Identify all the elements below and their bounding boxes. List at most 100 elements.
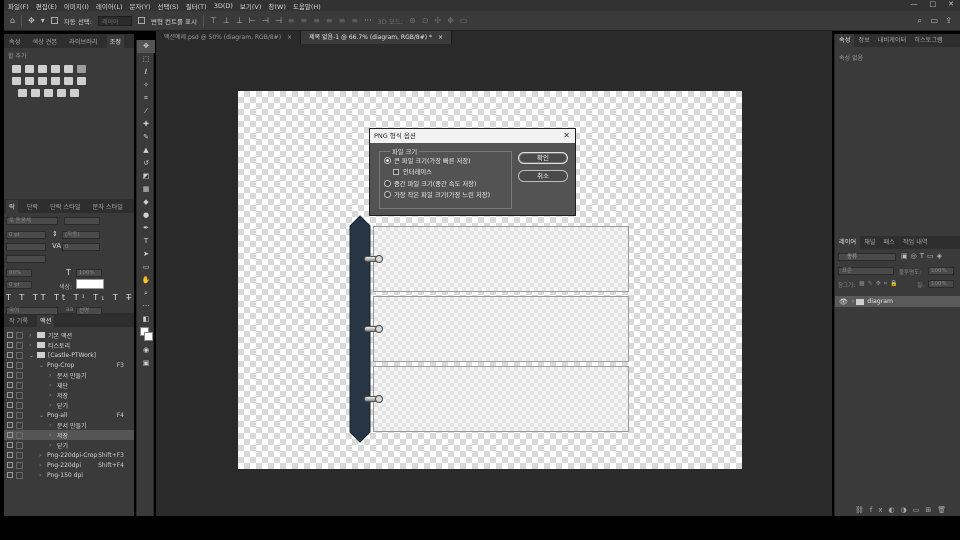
tab-character[interactable]: 락 — [6, 199, 18, 213]
chevron-right-icon[interactable]: › — [49, 422, 57, 429]
distribute-icon[interactable]: ≡ — [339, 16, 346, 25]
default-colors-icon[interactable]: ◧ — [137, 313, 155, 326]
action-toggle-checkbox[interactable] — [7, 442, 13, 448]
3d-pan-icon[interactable]: ✣ — [434, 16, 441, 25]
levels-icon[interactable] — [25, 65, 34, 73]
doc-tab-1[interactable]: 액션예제.psd @ 50% (diagram, RGB/8#) × — [156, 31, 302, 44]
chevron-right-icon[interactable]: › — [49, 392, 57, 399]
chevron-down-icon[interactable]: ⌄ — [39, 412, 47, 419]
distribute-icon[interactable]: ≡ — [313, 16, 320, 25]
color-balance-icon[interactable] — [25, 77, 34, 85]
tab-paths[interactable]: 패스 — [879, 236, 898, 249]
zoom-tool-icon[interactable]: ⌕ — [137, 287, 155, 300]
cancel-button[interactable]: 취소 — [518, 170, 568, 182]
tab-navigator[interactable]: 내비게이터 — [874, 34, 910, 47]
font-size-field[interactable]: 0 pt — [6, 231, 46, 239]
chevron-right-icon[interactable]: › — [49, 372, 57, 379]
menu-help[interactable]: 도움말(H) — [293, 1, 321, 11]
tab-adjustments[interactable]: 조정 — [106, 34, 124, 48]
dialog-toggle[interactable] — [16, 461, 23, 469]
chevron-down-icon[interactable]: ⌄ — [39, 362, 47, 369]
selective-color-icon[interactable] — [57, 89, 66, 97]
opacity-field[interactable]: 100% — [928, 267, 954, 275]
channel-mixer-icon[interactable] — [64, 77, 73, 85]
leading-field[interactable]: (자동) — [62, 231, 100, 239]
auto-select-checkbox[interactable] — [50, 17, 58, 24]
menu-filter[interactable]: 필터(T) — [186, 1, 207, 11]
dialog-toggle[interactable] — [16, 381, 23, 389]
distribute-icon[interactable]: ≡ — [288, 16, 295, 25]
chevron-right-icon[interactable]: › — [39, 472, 47, 479]
blend-mode-dropdown[interactable]: 표준 — [838, 267, 894, 275]
action-toggle-checkbox[interactable] — [7, 422, 13, 428]
action-step[interactable]: › 닫기 — [4, 400, 134, 410]
vertical-scale-field[interactable]: 00% — [6, 269, 32, 277]
tab-properties[interactable]: 속성 — [6, 35, 23, 48]
dodge-tool-icon[interactable]: ● — [137, 209, 155, 222]
posterize-icon[interactable] — [31, 89, 40, 97]
gradient-icon[interactable] — [70, 89, 79, 97]
menu-edit[interactable]: 편집(E) — [36, 1, 57, 11]
hand-tool-icon[interactable]: ✋ — [137, 274, 155, 287]
interlace-checkbox[interactable] — [393, 168, 399, 175]
maximize-button[interactable]: □ — [930, 0, 937, 8]
align-top-icon[interactable]: ⊤ — [210, 16, 217, 25]
action-toggle-checkbox[interactable] — [7, 342, 13, 348]
close-icon[interactable]: × — [287, 34, 292, 41]
home-icon[interactable]: ⌂ — [10, 16, 15, 25]
dialog-toggle[interactable] — [16, 441, 23, 449]
action-step[interactable]: › 저장 — [4, 390, 134, 400]
align-right-icon[interactable]: ⊣ — [275, 16, 282, 25]
type-tool-icon[interactable]: T — [137, 235, 155, 248]
hue-icon[interactable] — [12, 77, 21, 85]
action-item[interactable]: › Png-150 dpi — [4, 470, 134, 480]
scale-field[interactable] — [6, 255, 46, 263]
action-item[interactable]: ⌄ Png-Crop F3 — [4, 360, 134, 370]
action-toggle-checkbox[interactable] — [7, 362, 13, 368]
horizontal-scale-field[interactable]: 100% — [76, 269, 102, 277]
tab-swatches[interactable]: 색상 견본 — [29, 35, 60, 48]
chevron-right-icon[interactable]: › — [49, 402, 57, 409]
option-small-file[interactable]: 가장 작은 파일 크기(가장 느린 저장) — [384, 190, 490, 199]
dialog-toggle[interactable] — [16, 341, 23, 349]
workspace-icon[interactable]: ▭ — [930, 16, 938, 25]
layer-bottom-icons[interactable]: ⛓fx◐◑▭⊞🗑 — [855, 506, 952, 514]
align-left-icon[interactable]: ⊢ — [249, 16, 256, 25]
dialog-toggle[interactable] — [16, 471, 23, 479]
close-icon[interactable]: ✕ — [563, 129, 570, 143]
distribute-icon[interactable]: ≡ — [301, 16, 308, 25]
option-interlace[interactable]: 인터레이스 — [384, 167, 432, 176]
action-toggle-checkbox[interactable] — [7, 452, 13, 458]
black-white-icon[interactable] — [38, 77, 47, 85]
minimize-button[interactable]: — — [911, 0, 918, 8]
chevron-down-icon[interactable]: ⌄ — [29, 352, 37, 359]
radio-large[interactable] — [384, 157, 391, 164]
curves-icon[interactable] — [38, 65, 47, 73]
fill-field[interactable]: 100% — [928, 280, 954, 288]
layer-filter-icons[interactable]: ▣◎T▭◈ — [901, 252, 945, 260]
action-toggle-checkbox[interactable] — [7, 472, 13, 478]
action-toggle-checkbox[interactable] — [7, 352, 13, 358]
tab-layers[interactable]: 레이어 — [835, 236, 861, 249]
transform-controls-checkbox[interactable] — [137, 17, 145, 24]
action-set[interactable]: › 티스토리 — [4, 340, 134, 350]
dialog-toggle[interactable] — [16, 451, 23, 459]
baseline-field[interactable]: 0 pt — [6, 281, 32, 289]
action-set[interactable]: › 기본 액션 — [4, 330, 134, 340]
anti-alias-field[interactable]: 선명 — [76, 307, 102, 315]
blur-tool-icon[interactable]: ◆ — [137, 196, 155, 209]
radio-medium[interactable] — [384, 180, 391, 187]
lock-icons[interactable]: ▦✎✥⌗🔒 — [859, 280, 901, 288]
invert-icon[interactable] — [18, 89, 27, 97]
action-toggle-checkbox[interactable] — [7, 462, 13, 468]
chevron-down-icon[interactable]: ▾ — [41, 16, 45, 25]
move-tool-icon[interactable]: ✥ — [137, 40, 155, 53]
photo-filter-icon[interactable] — [51, 77, 60, 85]
brush-tool-icon[interactable]: ✎ — [137, 131, 155, 144]
dialog-toggle[interactable] — [16, 401, 23, 409]
vibrance-icon[interactable] — [64, 65, 73, 73]
tab-paragraph[interactable]: 단락 — [24, 200, 41, 213]
align-middle-icon[interactable]: ⊥ — [223, 16, 230, 25]
font-style-field[interactable] — [64, 217, 100, 225]
tab-character-style[interactable]: 문자 스타일 — [90, 200, 126, 213]
